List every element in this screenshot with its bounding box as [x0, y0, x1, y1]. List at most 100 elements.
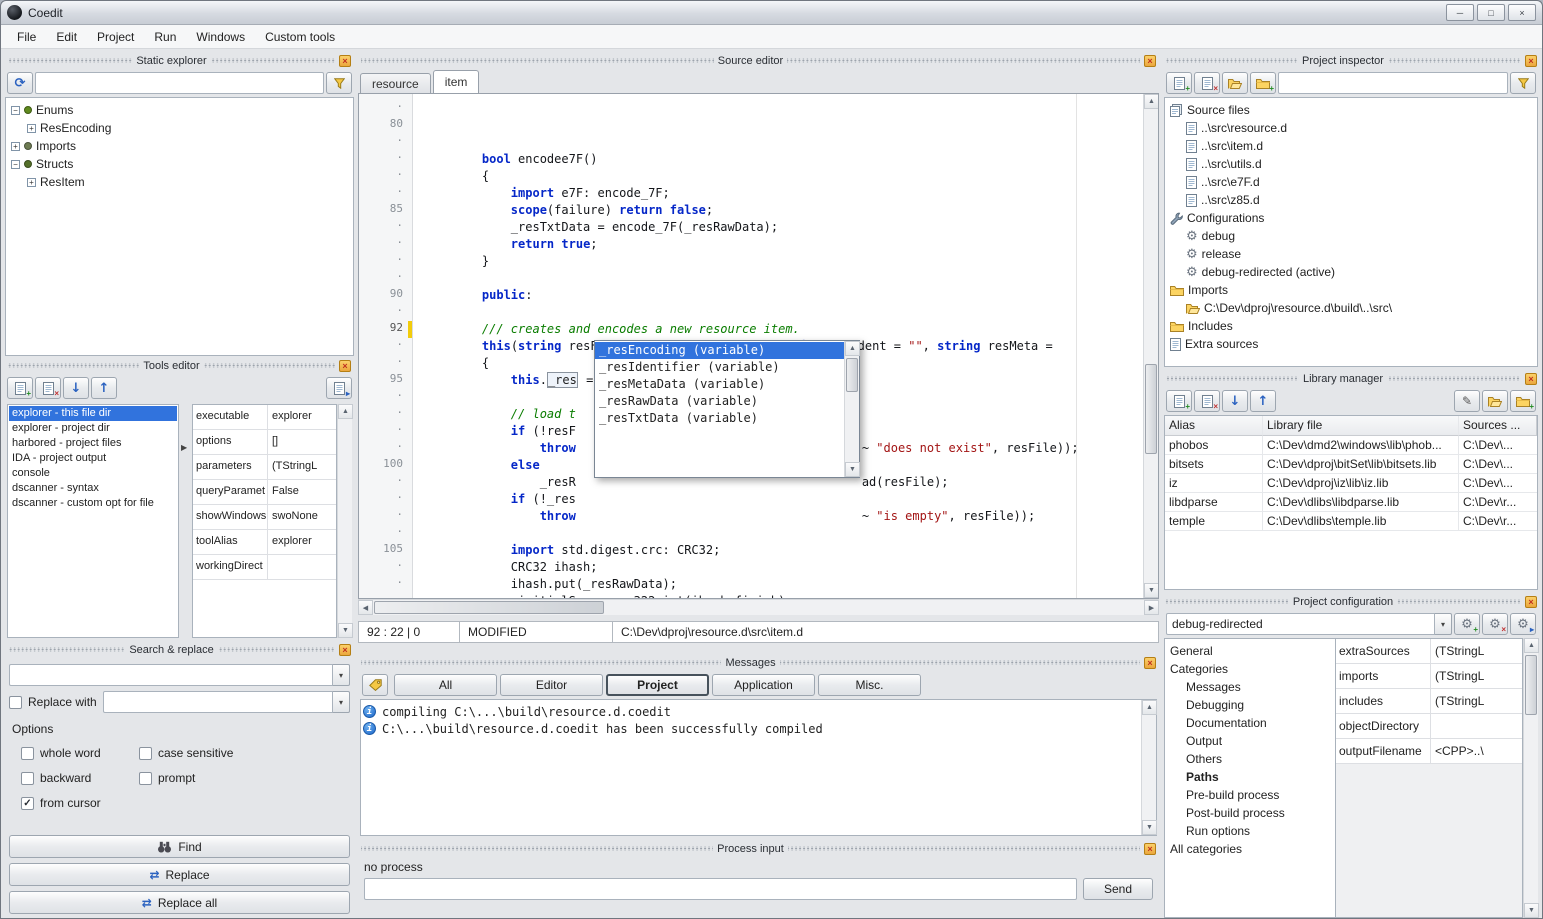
configuration-scrollbar[interactable]: ▲ ▼	[1523, 638, 1538, 918]
tree-item[interactable]: Extra sources	[1165, 335, 1537, 353]
library-row[interactable]: phobosC:\Dev\dmd2\windows\lib\phob...C:\…	[1165, 436, 1537, 455]
scroll-down-icon[interactable]: ▼	[1142, 820, 1157, 835]
gutter-line-number[interactable]: 92	[359, 321, 412, 338]
property-row[interactable]: imports(TStringL	[1336, 664, 1522, 689]
project-inspector-header[interactable]: Project inspector ×	[1162, 52, 1540, 69]
code-line[interactable]: {	[453, 168, 1158, 185]
search-replace-header[interactable]: Search & replace ×	[5, 641, 354, 658]
close-panel-icon[interactable]: ×	[1525, 596, 1537, 608]
editor-surface[interactable]: ·80····85····90·92··95····100····105··· …	[358, 93, 1159, 599]
library-row[interactable]: libdparseC:\Dev\dlibs\libdparse.libC:\De…	[1165, 493, 1537, 512]
move-tool-up-button[interactable]: ↑	[91, 377, 117, 399]
expander-icon[interactable]: +	[27, 124, 36, 133]
gutter-line-number[interactable]: ·	[359, 100, 412, 117]
gutter-line-number[interactable]: ·	[359, 236, 412, 253]
code-line[interactable]: return true;	[453, 236, 1158, 253]
scroll-thumb[interactable]	[374, 601, 604, 614]
close-panel-icon[interactable]: ×	[1525, 55, 1537, 67]
filter-project[interactable]: Project	[606, 674, 709, 696]
gutter-line-number[interactable]: ·	[359, 491, 412, 508]
close-panel-icon[interactable]: ×	[1144, 657, 1156, 669]
add-source-button[interactable]: +	[1166, 72, 1192, 94]
close-panel-icon[interactable]: ×	[1144, 843, 1156, 855]
close-panel-icon[interactable]: ×	[339, 360, 351, 372]
combo-arrow-icon[interactable]: ▾	[1435, 613, 1452, 635]
send-button[interactable]: Send	[1083, 878, 1153, 900]
property-row[interactable]: showWindowsswoNone	[193, 505, 336, 530]
menu-project[interactable]: Project	[87, 27, 144, 47]
combo-arrow-icon[interactable]: ▾	[333, 664, 350, 686]
tree-item[interactable]: Configurations	[1165, 209, 1537, 227]
remove-library-button[interactable]: ×	[1194, 390, 1220, 412]
whole-word-checkbox[interactable]: whole word	[21, 746, 139, 760]
combo-arrow-icon[interactable]: ▾	[333, 691, 350, 713]
code-line[interactable]: public:	[453, 287, 1158, 304]
gutter-line-number[interactable]: ·	[359, 134, 412, 151]
property-value[interactable]	[1431, 714, 1522, 738]
library-manager-header[interactable]: Library manager ×	[1162, 370, 1540, 387]
close-button[interactable]: ×	[1508, 4, 1536, 21]
tab-item[interactable]: item	[433, 70, 480, 93]
close-panel-icon[interactable]: ×	[339, 644, 351, 656]
library-row[interactable]: izC:\Dev\dproj\iz\lib\iz.libC:\Dev\...	[1165, 474, 1537, 493]
titlebar[interactable]: Coedit ─ □ ×	[1, 1, 1542, 25]
tree-item[interactable]: ⚙debug	[1165, 227, 1537, 245]
tree-item[interactable]: ..\src\resource.d	[1165, 119, 1537, 137]
add-folder-button[interactable]: +	[1250, 72, 1276, 94]
tree-item[interactable]: +ResItem	[6, 173, 353, 191]
code-line[interactable]	[453, 525, 1158, 542]
move-library-down-button[interactable]: ↓	[1222, 390, 1248, 412]
tools-editor-header[interactable]: Tools editor ×	[5, 357, 354, 374]
scroll-thumb[interactable]	[1525, 655, 1537, 715]
tree-item[interactable]: C:\Dev\dproj\resource.d\build\..\src\	[1165, 299, 1537, 317]
code-line[interactable]: import std.digest.crc: CRC32;	[453, 542, 1158, 559]
filter-misc[interactable]: Misc.	[818, 674, 921, 696]
static-explorer-header[interactable]: Static explorer ×	[5, 52, 354, 69]
messages-header[interactable]: Messages ×	[358, 654, 1159, 671]
from-cursor-checkbox[interactable]: ✓ from cursor	[21, 796, 139, 810]
scroll-down-icon[interactable]: ▼	[1524, 903, 1539, 918]
tree-item[interactable]: ⚙debug-redirected (active)	[1165, 263, 1537, 281]
code-line[interactable]: _resTxtData = encode_7F(_resRawData);	[453, 219, 1158, 236]
code-line[interactable]: }	[453, 253, 1158, 270]
gutter-line-number[interactable]: 95	[359, 372, 412, 389]
filter-editor[interactable]: Editor	[500, 674, 603, 696]
code-line[interactable]: ihash.put(_resRawData);	[453, 576, 1158, 593]
completion-item[interactable]: _resTxtData (variable)	[595, 410, 844, 427]
gutter-line-number[interactable]: ·	[359, 338, 412, 355]
gutter-line-number[interactable]: ·	[359, 304, 412, 321]
property-row[interactable]: workingDirect	[193, 555, 336, 580]
close-panel-icon[interactable]: ×	[339, 55, 351, 67]
code-line[interactable]: _initialSum = crc322uint(ihash.finish);	[453, 593, 1158, 598]
gutter-line-number[interactable]: ·	[359, 406, 412, 423]
property-value[interactable]: explorer	[268, 405, 336, 429]
messages-scrollbar[interactable]: ▲ ▼	[1141, 700, 1156, 835]
code-line[interactable]: scope(failure) return false;	[453, 202, 1158, 219]
clear-messages-button[interactable]	[362, 674, 388, 696]
tool-item[interactable]: harbored - project files	[9, 436, 177, 451]
tree-item[interactable]: Post-build process	[1165, 804, 1335, 822]
property-row[interactable]: toolAliasexplorer	[193, 530, 336, 555]
code-line[interactable]: throw~ "is empty", resFile));	[453, 508, 1158, 525]
scroll-trough[interactable]	[1144, 109, 1158, 583]
property-row[interactable]: queryParametFalse	[193, 480, 336, 505]
code-line[interactable]: if (!_res	[453, 491, 1158, 508]
case-sensitive-checkbox[interactable]: case sensitive	[139, 746, 350, 760]
symbol-search-input[interactable]	[35, 72, 324, 94]
refresh-button[interactable]: ⟳	[7, 72, 33, 94]
tree-item[interactable]: Documentation	[1165, 714, 1335, 732]
scroll-down-icon[interactable]: ▼	[845, 462, 860, 477]
editor-vertical-scrollbar[interactable]: ▲ ▼	[1143, 94, 1158, 598]
code-line[interactable]	[453, 304, 1158, 321]
code-line[interactable]: bool encodee7F()	[453, 151, 1158, 168]
message-row[interactable]: iC:\...\build\resource.d.coedit has been…	[363, 720, 1139, 737]
property-row[interactable]: objectDirectory	[1336, 714, 1522, 739]
tree-item[interactable]: General	[1165, 642, 1335, 660]
remove-configuration-button[interactable]: ⚙×	[1482, 613, 1508, 635]
open-library-button[interactable]	[1482, 390, 1508, 412]
source-editor-header[interactable]: Source editor ×	[358, 52, 1159, 69]
library-row[interactable]: bitsetsC:\Dev\dproj\bitSet\lib\bitsets.l…	[1165, 455, 1537, 474]
gutter-line-number[interactable]: ·	[359, 474, 412, 491]
property-row[interactable]: outputFilename<CPP>..\	[1336, 739, 1522, 764]
replace-input[interactable]	[103, 691, 333, 713]
